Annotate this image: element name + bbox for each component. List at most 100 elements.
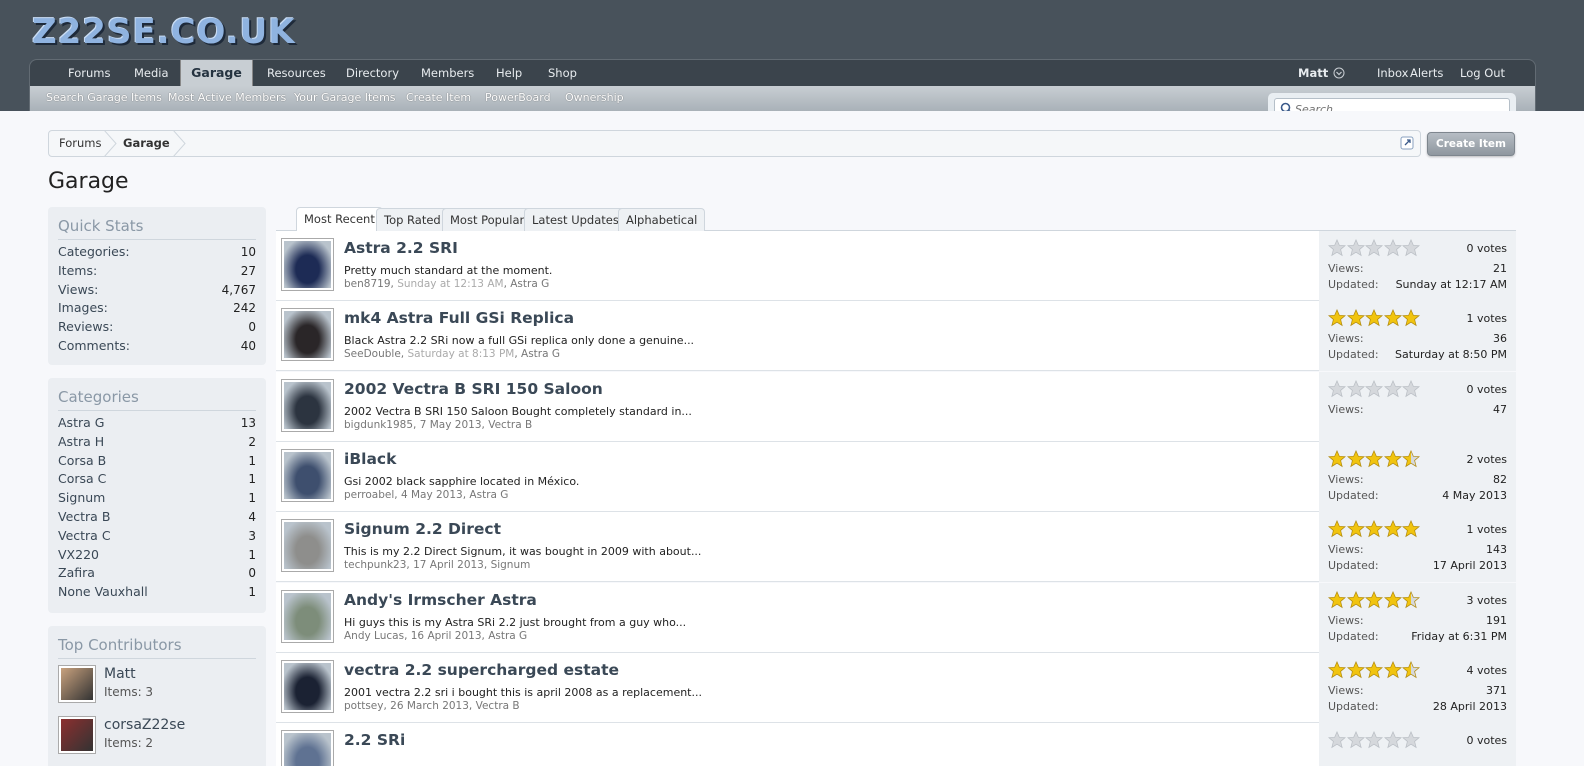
star-icon[interactable] — [1328, 520, 1346, 538]
logout-link[interactable]: Log Out — [1454, 60, 1511, 87]
nav-tab-resources[interactable]: Resources — [261, 60, 332, 87]
tab-latest-updates[interactable]: Latest Updates — [524, 208, 627, 231]
star-icon[interactable] — [1383, 239, 1402, 257]
star-icon[interactable] — [1402, 449, 1420, 468]
nav-tab-help[interactable]: Help — [490, 60, 528, 87]
item-author-link[interactable]: perroabel — [344, 489, 394, 501]
star-icon[interactable] — [1365, 520, 1383, 538]
rating-stars[interactable] — [1328, 660, 1421, 679]
star-icon[interactable] — [1365, 239, 1383, 257]
item-author-link[interactable]: Andy Lucas — [344, 630, 404, 642]
star-icon[interactable] — [1328, 239, 1346, 257]
star-icon[interactable] — [1402, 520, 1420, 538]
item-author-link[interactable]: SeeDouble — [344, 348, 401, 360]
user-menu[interactable]: Matt — [1292, 60, 1351, 87]
star-icon[interactable] — [1346, 449, 1365, 468]
star-icon[interactable] — [1328, 731, 1346, 749]
item-title-link[interactable]: mk4 Astra Full GSi Replica — [344, 309, 574, 327]
star-icon[interactable] — [1365, 449, 1383, 468]
nav-tab-media[interactable]: Media — [128, 60, 175, 87]
item-title-link[interactable]: 2002 Vectra B SRI 150 Saloon — [344, 380, 603, 398]
site-logo[interactable]: Z22SE.CO.UK — [32, 12, 296, 52]
item-author-link[interactable]: pottsey — [344, 700, 383, 712]
item-thumbnail[interactable] — [281, 730, 334, 766]
star-icon[interactable] — [1346, 520, 1365, 538]
star-icon[interactable] — [1346, 660, 1365, 679]
star-icon[interactable] — [1402, 660, 1420, 679]
subnav-powerboard[interactable]: PowerBoard — [485, 91, 551, 104]
nav-tab-members[interactable]: Members — [415, 60, 480, 87]
category-link[interactable]: Astra G 13 — [58, 414, 256, 433]
star-icon[interactable] — [1383, 379, 1402, 398]
jump-menu-icon[interactable] — [1400, 136, 1414, 150]
star-icon[interactable] — [1383, 731, 1402, 749]
star-icon[interactable] — [1365, 731, 1383, 749]
category-link[interactable]: Signum 1 — [58, 489, 256, 508]
nav-tab-directory[interactable]: Directory — [340, 60, 405, 87]
contributor-name[interactable]: corsaZ22se — [104, 717, 185, 733]
item-thumbnail[interactable] — [281, 238, 334, 291]
item-author-link[interactable]: techpunk23 — [344, 559, 406, 571]
item-thumbnail[interactable] — [281, 448, 334, 502]
rating-stars[interactable] — [1328, 590, 1421, 609]
star-icon[interactable] — [1328, 660, 1346, 679]
item-thumbnail[interactable] — [281, 589, 334, 643]
item-title-link[interactable]: iBlack — [344, 450, 396, 468]
star-icon[interactable] — [1402, 379, 1420, 398]
item-thumbnail[interactable] — [281, 519, 334, 573]
subnav-create-item[interactable]: Create Item — [406, 91, 471, 104]
category-link[interactable]: Corsa B 1 — [58, 452, 256, 471]
star-icon[interactable] — [1402, 590, 1420, 609]
item-category-link[interactable]: Astra G — [469, 489, 508, 501]
create-item-button[interactable]: Create Item — [1427, 132, 1515, 156]
star-icon[interactable] — [1365, 379, 1383, 398]
item-thumbnail[interactable] — [281, 378, 334, 432]
star-icon[interactable] — [1346, 590, 1365, 609]
star-icon[interactable] — [1383, 660, 1402, 679]
item-thumbnail[interactable] — [281, 659, 334, 713]
star-icon[interactable] — [1365, 660, 1383, 679]
item-title-link[interactable]: Signum 2.2 Direct — [344, 520, 501, 538]
item-category-link[interactable]: Astra G — [521, 348, 560, 360]
star-icon[interactable] — [1346, 309, 1365, 327]
item-category-link[interactable]: Vectra B — [476, 700, 520, 712]
item-author-link[interactable]: ben8719 — [344, 278, 391, 290]
contributor-name[interactable]: Matt — [104, 666, 136, 682]
star-icon[interactable] — [1383, 590, 1402, 609]
nav-tab-garage[interactable]: Garage — [180, 60, 253, 88]
rating-stars[interactable] — [1328, 379, 1421, 398]
tab-most-recent[interactable]: Most Recent — [296, 207, 383, 231]
rating-stars[interactable] — [1328, 520, 1421, 538]
rating-stars[interactable] — [1328, 449, 1421, 468]
star-icon[interactable] — [1402, 731, 1420, 749]
item-category-link[interactable]: Signum — [491, 559, 531, 571]
star-icon[interactable] — [1383, 449, 1402, 468]
tab-top-rated[interactable]: Top Rated — [376, 208, 449, 231]
rating-stars[interactable] — [1328, 731, 1421, 749]
star-icon[interactable] — [1328, 449, 1346, 468]
breadcrumb-garage[interactable]: Garage — [123, 131, 170, 156]
category-link[interactable]: Corsa C 1 — [58, 470, 256, 489]
alerts-link[interactable]: Alerts — [1404, 60, 1449, 87]
breadcrumb-forums[interactable]: Forums — [59, 131, 101, 156]
item-category-link[interactable]: Astra G — [488, 630, 527, 642]
star-icon[interactable] — [1346, 731, 1365, 749]
rating-stars[interactable] — [1328, 239, 1421, 257]
category-link[interactable]: Zafira 0 — [58, 564, 256, 583]
star-icon[interactable] — [1365, 590, 1383, 609]
item-title-link[interactable]: Astra 2.2 SRI — [344, 239, 458, 257]
star-icon[interactable] — [1328, 590, 1346, 609]
item-category-link[interactable]: Astra G — [510, 278, 549, 290]
star-icon[interactable] — [1346, 239, 1365, 257]
category-link[interactable]: VX220 1 — [58, 546, 256, 565]
contributor-row[interactable]: Matt Items: 3 — [58, 665, 256, 710]
star-icon[interactable] — [1402, 239, 1420, 257]
star-icon[interactable] — [1328, 379, 1346, 398]
tab-alphabetical[interactable]: Alphabetical — [618, 208, 706, 231]
item-category-link[interactable]: Vectra B — [488, 419, 532, 431]
star-icon[interactable] — [1346, 379, 1365, 398]
item-title-link[interactable]: 2.2 SRi — [344, 731, 405, 749]
item-thumbnail[interactable] — [281, 308, 334, 362]
star-icon[interactable] — [1328, 309, 1346, 327]
subnav-most-active[interactable]: Most Active Members — [168, 91, 286, 104]
